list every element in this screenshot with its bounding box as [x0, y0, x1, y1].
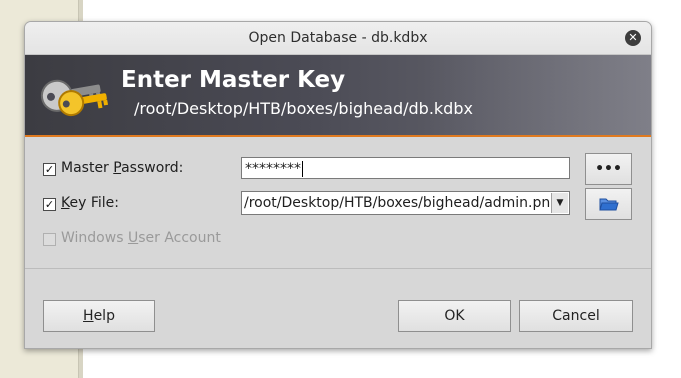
master-password-label: Master Password:: [61, 160, 184, 176]
close-icon: ✕: [628, 31, 638, 44]
button-area-divider: [25, 268, 651, 269]
browse-key-file-button[interactable]: [585, 188, 632, 220]
help-button[interactable]: Help: [43, 300, 155, 332]
open-database-dialog: Open Database - db.kdbx ✕ Enter Master K: [24, 21, 652, 349]
key-icon: [40, 79, 109, 117]
key-file-label: Key File:: [61, 195, 119, 211]
database-path: /root/Desktop/HTB/boxes/bighead/db.kdbx: [134, 99, 473, 118]
banner-decoration: [421, 55, 651, 135]
windows-user-account-checkbox[interactable]: [43, 233, 56, 246]
titlebar: Open Database - db.kdbx ✕: [25, 22, 651, 55]
ok-button[interactable]: OK: [398, 300, 511, 332]
master-password-input[interactable]: ********: [241, 157, 570, 179]
key-file-checkbox[interactable]: ✓: [43, 198, 56, 211]
window-title: Open Database - db.kdbx: [248, 30, 428, 46]
dots-icon: •••: [595, 161, 622, 177]
toggle-password-visibility-button[interactable]: •••: [585, 153, 632, 185]
key-file-path: /root/Desktop/HTB/boxes/bighead/admin.pn…: [244, 195, 560, 211]
key-file-select[interactable]: /root/Desktop/HTB/boxes/bighead/admin.pn…: [241, 191, 570, 215]
master-password-checkbox[interactable]: ✓: [43, 163, 56, 176]
header-banner: Enter Master Key /root/Desktop/HTB/boxes…: [25, 55, 651, 137]
cancel-button[interactable]: Cancel: [519, 300, 633, 332]
close-button[interactable]: ✕: [625, 30, 641, 46]
windows-user-account-label: Windows User Account: [61, 230, 221, 246]
folder-open-icon: [598, 198, 619, 211]
banner-title: Enter Master Key: [121, 67, 346, 93]
chevron-down-icon[interactable]: ▼: [551, 193, 568, 213]
